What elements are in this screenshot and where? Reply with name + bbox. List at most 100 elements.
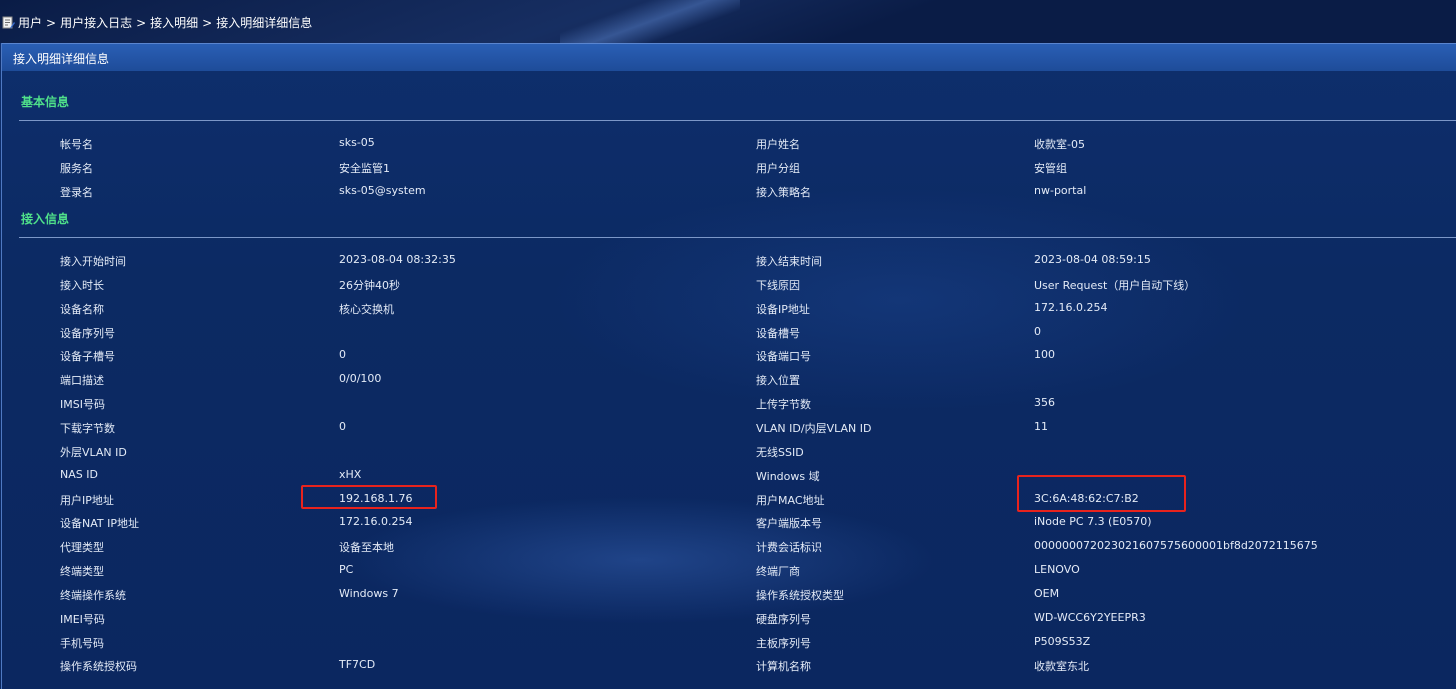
table-row: 服务名 安全监管1 用户分组 安管组 <box>0 157 1456 177</box>
field-value: TF7CD <box>339 658 376 672</box>
field-value: 100 <box>1034 348 1055 362</box>
field-label: 登录名 <box>60 186 93 199</box>
field-label: 代理类型 <box>60 541 104 555</box>
table-row: 设备子槽号 0 设备端口号 100 <box>0 345 1456 365</box>
field-label: 设备序列号 <box>60 326 115 340</box>
field-label: 设备名称 <box>60 302 104 316</box>
table-row: 帐号名 sks-05 用户姓名 收款室-05 <box>0 133 1456 153</box>
breadcrumb-separator: > <box>202 15 213 30</box>
highlight-box-user-ip <box>301 485 437 509</box>
field-label: 下线原因 <box>756 278 800 292</box>
field-label: 操作系统授权码 <box>60 660 137 674</box>
field-value: Windows 7 <box>339 586 399 600</box>
table-row: IMSI号码 上传字节数 356 <box>0 393 1456 413</box>
field-value: sks-05@system <box>339 184 426 197</box>
breadcrumb-separator: > <box>46 15 57 30</box>
field-value: iNode PC 7.3 (E0570) <box>1034 515 1152 529</box>
field-label: 终端厂商 <box>756 565 800 579</box>
field-label: 接入策略名 <box>756 186 811 199</box>
field-label: 下载字节数 <box>60 421 115 435</box>
table-row: 登录名 sks-05@system 接入策略名 nw-portal <box>0 181 1456 201</box>
field-label: 硬盘序列号 <box>756 612 811 626</box>
table-row: 代理类型 设备至本地 计费会话标识 0000000720230216075756000… <box>0 536 1456 556</box>
table-row: 终端类型 PC 终端厂商 LENOVO <box>0 560 1456 580</box>
field-label: 用户姓名 <box>756 138 800 151</box>
field-label: 上传字节数 <box>756 398 811 412</box>
field-value: PC <box>339 563 354 577</box>
field-value: sks-05 <box>339 136 375 149</box>
field-value: 0/0/100 <box>339 372 382 386</box>
breadcrumb-item-access-detail[interactable]: 接入明细 <box>150 14 198 31</box>
field-value: WD-WCC6Y2YEEPR3 <box>1034 610 1146 624</box>
field-label: 操作系统授权类型 <box>756 588 844 602</box>
field-value: 356 <box>1034 396 1055 410</box>
field-label: 计算机名称 <box>756 660 811 674</box>
field-value: 0 <box>339 419 346 433</box>
field-label: 接入开始时间 <box>60 255 126 268</box>
section-divider <box>19 237 1456 238</box>
field-value: LENOVO <box>1034 563 1080 577</box>
section-divider <box>19 120 1456 121</box>
table-row: 外层VLAN ID 无线SSID <box>0 441 1456 461</box>
field-label: 设备NAT IP地址 <box>60 517 139 531</box>
table-row: 接入时长 26分钟40秒 下线原因 User Request（用户自动下线） <box>0 274 1456 294</box>
field-value: 收款室东北 <box>1034 660 1089 674</box>
field-value: 2023-08-04 08:32:35 <box>339 253 456 266</box>
panel-title: 接入明细详细信息 <box>13 52 110 66</box>
field-label: 终端类型 <box>60 565 104 579</box>
field-label: 终端操作系统 <box>60 588 126 602</box>
field-label: 接入位置 <box>756 374 800 388</box>
field-label: 用户IP地址 <box>60 493 114 507</box>
breadcrumb-separator: > <box>136 15 147 30</box>
field-label: 接入结束时间 <box>756 255 822 268</box>
field-value: P509S53Z <box>1034 634 1091 648</box>
field-value: 安全监管1 <box>339 162 390 175</box>
field-label: 用户MAC地址 <box>756 493 825 507</box>
field-value: User Request（用户自动下线） <box>1034 278 1196 292</box>
breadcrumb-item-user[interactable]: 用户 <box>18 14 42 31</box>
table-row: 终端操作系统 Windows 7 操作系统授权类型 OEM <box>0 584 1456 604</box>
highlight-box-user-mac <box>1017 475 1186 512</box>
field-label: 设备槽号 <box>756 326 800 340</box>
field-label: 设备子槽号 <box>60 350 115 364</box>
field-value: 000000072023021607575600001bf8d207211567… <box>1034 539 1318 553</box>
field-label: 手机号码 <box>60 636 104 650</box>
field-value: 安管组 <box>1034 162 1067 175</box>
table-row: 设备序列号 设备槽号 0 <box>0 322 1456 342</box>
table-row: IMEI号码 硬盘序列号 WD-WCC6Y2YEEPR3 <box>0 608 1456 628</box>
breadcrumb-item-access-log[interactable]: 用户接入日志 <box>60 14 132 31</box>
field-value: 172.16.0.254 <box>1034 300 1108 314</box>
table-row: NAS ID xHX Windows 域 <box>0 465 1456 485</box>
table-row: 用户IP地址 192.168.1.76 用户MAC地址 3C:6A:48:62:C7:… <box>0 489 1456 509</box>
table-row: 端口描述 0/0/100 接入位置 <box>0 369 1456 389</box>
field-label: 客户端版本号 <box>756 517 822 531</box>
field-label: 帐号名 <box>60 138 93 151</box>
field-label: 主板序列号 <box>756 636 811 650</box>
table-row: 下载字节数 0 VLAN ID/内层VLAN ID 11 <box>0 417 1456 437</box>
field-label: 无线SSID <box>756 445 804 459</box>
field-label: 端口描述 <box>60 374 104 388</box>
field-value: 0 <box>1034 324 1041 338</box>
table-row: 设备NAT IP地址 172.16.0.254 客户端版本号 iNode PC 7.3… <box>0 512 1456 532</box>
section-title-basic-info: 基本信息 <box>21 95 70 109</box>
field-label: IMEI号码 <box>60 612 105 626</box>
field-value: 172.16.0.254 <box>339 515 413 529</box>
edit-document-icon <box>2 16 15 29</box>
table-row: 接入开始时间 2023-08-04 08:32:35 接入结束时间 2023-08-0… <box>0 250 1456 270</box>
field-value: 核心交换机 <box>339 302 394 316</box>
field-label: 服务名 <box>60 162 93 175</box>
section-title-access-info: 接入信息 <box>21 212 70 226</box>
field-value: 收款室-05 <box>1034 138 1085 151</box>
field-label: IMSI号码 <box>60 398 105 412</box>
top-bar: 用户 > 用户接入日志 > 接入明细 > 接入明细详细信息 <box>0 0 1456 43</box>
table-row: 操作系统授权码 TF7CD 计算机名称 收款室东北 <box>0 655 1456 675</box>
field-value: 设备至本地 <box>339 541 394 555</box>
field-label: 用户分组 <box>756 162 800 175</box>
table-row: 手机号码 主板序列号 P509S53Z <box>0 632 1456 652</box>
field-label: 外层VLAN ID <box>60 445 127 459</box>
field-value: xHX <box>339 467 362 481</box>
field-label: Windows 域 <box>756 469 820 483</box>
breadcrumb: 用户 > 用户接入日志 > 接入明细 > 接入明细详细信息 <box>2 14 312 31</box>
field-value: 0 <box>339 348 346 362</box>
field-value: OEM <box>1034 586 1060 600</box>
